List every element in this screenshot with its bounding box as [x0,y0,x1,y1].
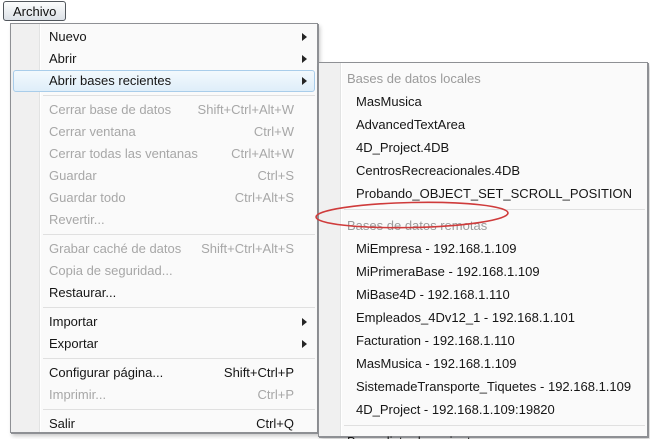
menu-item-label: 4D_Project.4DB [356,137,449,158]
submenu-arrow-icon [302,318,307,326]
menu-item-label: Facturation - 192.168.1.110 [356,330,515,351]
menu-item-importar[interactable]: Importar [13,311,315,333]
menu-item-cerrar-todas-las-ventanas: Cerrar todas las ventanas Ctrl+Alt+W [13,143,315,165]
menu-item-revertir: Revertir... [13,209,315,231]
menu-separator [43,234,315,235]
menu-item-label: Revertir... [49,210,105,230]
screen: Archivo NuevoAbrirAbrir bases recientes C… [0,0,650,439]
menu-item-label: Grabar caché de datos [49,239,181,259]
menu-item-shortcut: Ctrl+P [240,385,294,405]
menu-item-label: 4D_Project - 192.168.1.109:19820 [356,399,555,420]
menu-item-shortcut: Shift+Ctrl+P [206,363,294,383]
group-header-label: Bases de datos locales [347,68,481,89]
menu-item-masmusica[interactable]: MasMusica [321,90,645,113]
menu-item-label: Salir [49,414,75,434]
menu-item-label: Cerrar todas las ventanas [49,144,198,164]
menu-item-shortcut: Ctrl+Alt+S [217,188,294,208]
menu-item-label: Abrir [49,49,76,69]
menu-item-nuevo[interactable]: Nuevo [13,26,315,48]
menu-item-shortcut: Ctrl+S [240,166,294,186]
menu-separator [344,209,645,210]
menu-item-sistemadetransporte-tiquetes-192-168-1-109[interactable]: SistemadeTransporte_Tiquetes - 192.168.1… [321,375,645,398]
menu-item-label: Exportar [49,334,98,354]
menu-separator [43,95,315,96]
menu-item-mibase4d-192-168-1-110[interactable]: MiBase4D - 192.168.1.110 [321,283,645,306]
menu-item-exportar[interactable]: Exportar [13,333,315,355]
menu-item-salir[interactable]: Salir Ctrl+Q [13,413,315,435]
file-menu-items: NuevoAbrirAbrir bases recientes Cerrar ba… [11,24,317,435]
menu-item-abrir-bases-recientes[interactable]: Abrir bases recientes [13,70,315,92]
menu-item-masmusica-192-168-1-109[interactable]: MasMusica - 192.168.1.109 [321,352,645,375]
submenu-arrow-icon [302,340,307,348]
menu-item-label: Guardar todo [49,188,126,208]
menu-item-shortcut: Ctrl+Alt+W [213,144,294,164]
menu-item-label: Imprimir... [49,385,106,405]
menu-separator [43,307,315,308]
file-menu-button[interactable]: Archivo [3,1,66,21]
menu-item-grabar-cach-de-datos: Grabar caché de datosShift+Ctrl+Alt+S [13,238,315,260]
menu-item-facturation-192-168-1-110[interactable]: Facturation - 192.168.1.110 [321,329,645,352]
menu-item-cerrar-base-de-datos: Cerrar base de datos Shift+Ctrl+Alt+W [13,99,315,121]
menu-item-label: MasMusica - 192.168.1.109 [356,353,516,374]
menu-item-label: MiEmpresa - 192.168.1.109 [356,238,516,259]
menu-item-label: Importar [49,312,97,332]
menu-item-label: Abrir bases recientes [49,71,171,91]
menu-item-label: SistemadeTransporte_Tiquetes - 192.168.1… [356,376,631,397]
recent-databases-submenu: Bases de datos localesMasMusicaAdvancedT… [318,62,648,437]
menu-item-label: Restaurar... [49,283,116,303]
menu-item-label: Nuevo [49,27,87,47]
menu-item-miempresa-192-168-1-109[interactable]: MiEmpresa - 192.168.1.109 [321,237,645,260]
menu-separator [43,409,315,410]
menu-item-cerrar-ventana: Cerrar ventana Ctrl+W [13,121,315,143]
menu-separator [43,358,315,359]
group-header-label: Bases de datos remotas [347,215,487,236]
file-menu: NuevoAbrirAbrir bases recientes Cerrar ba… [10,23,318,433]
menu-item-copia-de-seguridad: Copia de seguridad... [13,260,315,282]
menu-item-label: Copia de seguridad... [49,261,173,281]
menu-item-label: Configurar página... [49,363,163,383]
menu-item-label: MiPrimeraBase - 192.168.1.109 [356,261,540,282]
recent-submenu-items: Bases de datos localesMasMusicaAdvancedT… [319,63,647,439]
menu-item-restaurar[interactable]: Restaurar... [13,282,315,304]
submenu-arrow-icon [302,55,307,63]
menu-item-configurar-p-gina[interactable]: Configurar página... Shift+Ctrl+P [13,362,315,384]
menu-item-probando-object-set-scroll-position[interactable]: Probando_OBJECT_SET_SCROLL_POSITION [321,182,645,205]
menu-item-label: AdvancedTextArea [356,114,465,135]
menu-item-label: MasMusica [356,91,422,112]
menu-item-shortcut: Ctrl+Q [238,414,294,434]
menu-item-shortcut: Ctrl+W [236,122,294,142]
menu-item-miprimerabase-192-168-1-109[interactable]: MiPrimeraBase - 192.168.1.109 [321,260,645,283]
menu-item-abrir[interactable]: Abrir [13,48,315,70]
menu-item-4d-project-4db[interactable]: 4D_Project.4DB [321,136,645,159]
menu-item-label: Probando_OBJECT_SET_SCROLL_POSITION [356,183,632,204]
menu-item-label: MiBase4D - 192.168.1.110 [356,284,510,305]
menu-item-centrosrecreacionales-4db[interactable]: CentrosRecreacionales.4DB [321,159,645,182]
group-header-bases-de-datos-remotas: Bases de datos remotas [321,214,645,237]
menu-item-shortcut: Shift+Ctrl+Alt+S [183,239,294,259]
menu-item-empleados-4dv12-1-192-168-1-101[interactable]: Empleados_4Dv12_1 - 192.168.1.101 [321,306,645,329]
menu-item-4d-project-192-168-1-109-19820[interactable]: 4D_Project - 192.168.1.109:19820 [321,398,645,421]
menu-item-guardar-todo: Guardar todo Ctrl+Alt+S [13,187,315,209]
menu-item-label: Cerrar base de datos [49,100,171,120]
menu-item-label: Empleados_4Dv12_1 - 192.168.1.101 [356,307,575,328]
submenu-arrow-icon [302,33,307,41]
group-header-bases-de-datos-locales: Bases de datos locales [321,67,645,90]
menu-item-label: Guardar [49,166,97,186]
menu-separator [344,425,645,426]
menu-item-label: Cerrar ventana [49,122,136,142]
menu-item-shortcut: Shift+Ctrl+Alt+W [180,100,294,120]
menu-item-guardar: Guardar Ctrl+S [13,165,315,187]
submenu-arrow-icon [302,77,307,85]
menu-item-label: Borrar lista de recientes [347,431,484,439]
menu-item-advancedtextarea[interactable]: AdvancedTextArea [321,113,645,136]
menu-item-label: CentrosRecreacionales.4DB [356,160,520,181]
menu-item-borrar-lista-de-recientes[interactable]: Borrar lista de recientes [321,430,645,439]
menu-item-imprimir: Imprimir... Ctrl+P [13,384,315,406]
